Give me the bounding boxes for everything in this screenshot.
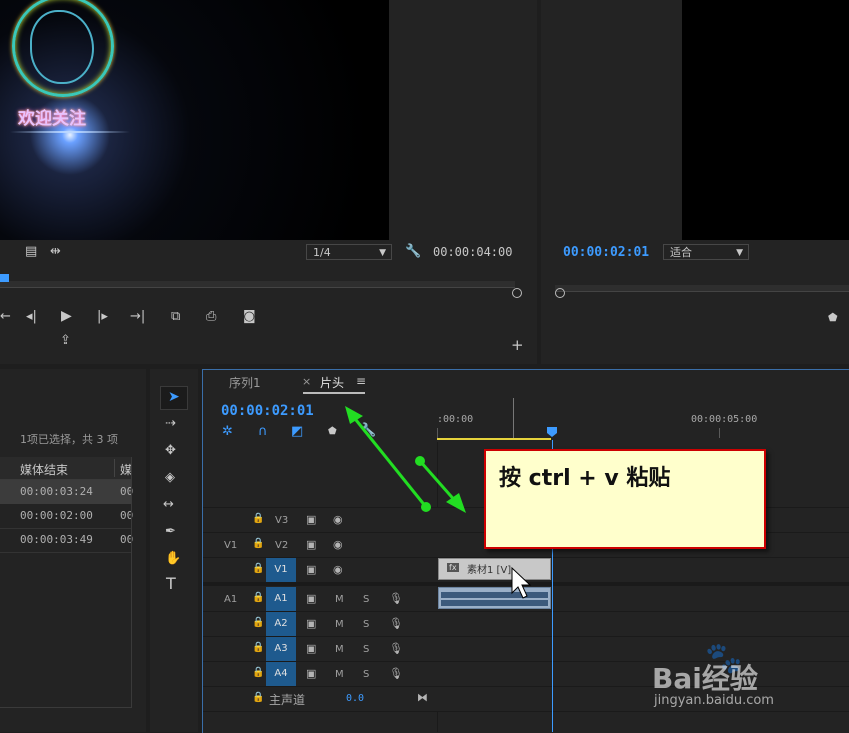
watermark-url: jingyan.baidu.com [654,693,774,708]
watermark-brand: Bai经验 [652,662,758,695]
mouse-cursor-icon [511,566,532,599]
annotation-arrows [345,406,532,599]
watermark: 🐾 Bai经验 jingyan.baidu.com [652,641,842,711]
